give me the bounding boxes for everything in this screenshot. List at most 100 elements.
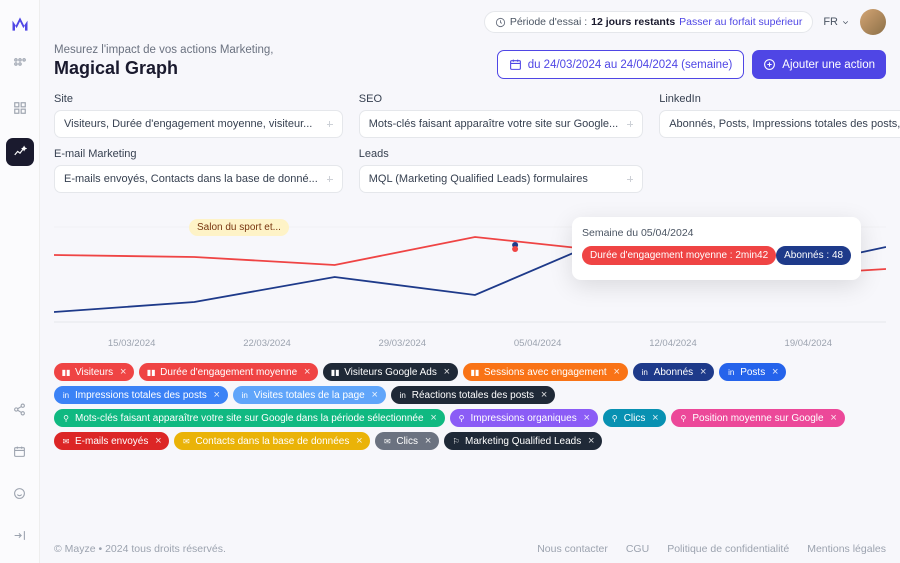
chart-x-axis: 15/03/202422/03/202429/03/202405/04/2024…: [54, 338, 886, 349]
chip-icon: ⚲: [61, 413, 71, 423]
footer-link[interactable]: Mentions légales: [807, 543, 886, 555]
add-action-button[interactable]: Ajouter une action: [752, 50, 886, 79]
chip-icon: ⚲: [610, 413, 620, 423]
filter-linkedin-select[interactable]: Abonnés, Posts, Impressions totales des …: [659, 110, 900, 138]
metric-chip[interactable]: inImpressions totales des posts×: [54, 386, 228, 404]
chip-label: Réactions totales des posts: [412, 390, 534, 401]
filter-linkedin-label: LinkedIn: [659, 93, 900, 105]
chip-remove-icon[interactable]: ×: [152, 435, 164, 447]
emoji-icon[interactable]: [6, 479, 34, 507]
chip-icon: in: [640, 367, 650, 377]
chip-label: Position moyenne sur Google: [692, 413, 823, 424]
chip-remove-icon[interactable]: ×: [697, 366, 709, 378]
chip-remove-icon[interactable]: ×: [828, 412, 840, 424]
metric-chip[interactable]: ⚲ Mots-clés faisant apparaître votre site…: [54, 409, 445, 427]
metric-chips: ▮▮Visiteurs× ▮▮ Durée d'engagement moyenne…: [54, 363, 886, 450]
copyright: © Mayze • 2024 tous droits réservés.: [54, 543, 226, 555]
metric-chip[interactable]: ▮▮ Sessions avec engagement ×: [463, 363, 628, 381]
metric-chip[interactable]: ⚐Marketing Qualified Leads×: [444, 432, 602, 450]
chip-remove-icon[interactable]: ×: [428, 412, 440, 424]
chip-remove-icon[interactable]: ×: [369, 389, 381, 401]
chip-icon: ▮▮: [330, 367, 340, 377]
page-title: Magical Graph: [54, 58, 274, 79]
filter-email-select[interactable]: E-mails envoyés, Contacts dans la base d…: [54, 165, 343, 193]
nav-dashboard-icon[interactable]: [6, 94, 34, 122]
chip-icon: ▮▮: [146, 367, 156, 377]
chip-remove-icon[interactable]: ×: [538, 389, 550, 401]
chart-tooltip: Semaine du 05/04/2024 Durée d'engagement…: [572, 217, 861, 280]
language-selector[interactable]: FR: [823, 16, 850, 28]
metric-chip[interactable]: in Abonnés ×: [633, 363, 714, 381]
filter-email-label: E-mail Marketing: [54, 148, 343, 160]
x-tick: 15/03/2024: [108, 338, 156, 349]
calendar-icon[interactable]: [6, 437, 34, 465]
metric-chip[interactable]: ▮▮ Visiteurs Google Ads ×: [323, 363, 458, 381]
calendar-icon: [509, 58, 522, 71]
metric-chip[interactable]: inVisites totales de la page×: [233, 386, 386, 404]
chip-remove-icon[interactable]: ×: [211, 389, 223, 401]
metric-chip[interactable]: ✉ Clics ×: [375, 432, 439, 450]
trial-badge: Période d'essai : 12 jours restants Pass…: [484, 11, 814, 33]
chip-icon: ▮▮: [470, 367, 480, 377]
metric-chip[interactable]: in Réactions totales des posts ×: [391, 386, 555, 404]
chip-label: Contacts dans la base de données: [195, 436, 349, 447]
chip-icon: ⚲: [457, 413, 467, 423]
metric-chip[interactable]: ⚲Impressions organiques×: [450, 409, 598, 427]
metric-chip[interactable]: ⚲ Clics×: [603, 409, 667, 427]
chip-icon: in: [61, 390, 71, 400]
chip-label: Mots-clés faisant apparaître votre site …: [75, 413, 424, 424]
chip-remove-icon[interactable]: ×: [611, 366, 623, 378]
chip-remove-icon[interactable]: ×: [581, 412, 593, 424]
tooltip-item: Durée d'engagement moyenne : 2min42: [582, 246, 776, 265]
metric-chip[interactable]: ✉ E-mails envoyés ×: [54, 432, 169, 450]
x-tick: 29/03/2024: [379, 338, 427, 349]
plus-circle-icon: [763, 58, 776, 71]
chip-remove-icon[interactable]: ×: [117, 366, 129, 378]
filter-seo-select[interactable]: Mots-clés faisant apparaître votre site …: [359, 110, 643, 138]
chip-label: Posts: [740, 367, 765, 378]
chip-icon: ⚲: [678, 413, 688, 423]
chip-remove-icon[interactable]: ×: [353, 435, 365, 447]
chip-remove-icon[interactable]: ×: [301, 366, 313, 378]
chip-icon: in: [398, 390, 408, 400]
share-icon[interactable]: [6, 395, 34, 423]
metric-chip[interactable]: ▮▮Visiteurs×: [54, 363, 134, 381]
footer-link[interactable]: CGU: [626, 543, 649, 555]
upgrade-link[interactable]: Passer au forfait supérieur: [679, 16, 802, 28]
metric-chip[interactable]: inPosts×: [719, 363, 786, 381]
chip-label: Durée d'engagement moyenne: [160, 367, 297, 378]
nav-magical-graph-icon[interactable]: [6, 138, 34, 166]
chip-label: Sessions avec engagement: [484, 367, 607, 378]
chip-icon: ✉: [61, 436, 71, 446]
chip-remove-icon[interactable]: ×: [441, 366, 453, 378]
metric-chip[interactable]: ⚲ Position moyenne sur Google ×: [671, 409, 844, 427]
chip-icon: ⚐: [451, 436, 461, 446]
chip-remove-icon[interactable]: ×: [422, 435, 434, 447]
add-action-label: Ajouter une action: [782, 59, 875, 71]
chevron-down-icon: [841, 18, 850, 27]
footer-link[interactable]: Nous contacter: [537, 543, 608, 555]
metric-chip[interactable]: ✉Contacts dans la base de données×: [174, 432, 370, 450]
filter-leads-select[interactable]: MQL (Marketing Qualified Leads) formulai…: [359, 165, 643, 193]
footer-link[interactable]: Politique de confidentialité: [667, 543, 789, 555]
sidebar: [0, 0, 40, 563]
avatar[interactable]: [860, 9, 886, 35]
metric-chip[interactable]: ▮▮ Durée d'engagement moyenne ×: [139, 363, 318, 381]
x-tick: 05/04/2024: [514, 338, 562, 349]
chip-label: Clics: [396, 436, 418, 447]
filter-site-select[interactable]: Visiteurs, Durée d'engagement moyenne, v…: [54, 110, 343, 138]
chip-label: Abonnés: [654, 367, 693, 378]
chip-label: Clics: [624, 413, 646, 424]
chip-remove-icon[interactable]: ×: [769, 366, 781, 378]
chip-label: Visiteurs Google Ads: [344, 367, 437, 378]
nav-overview-icon[interactable]: [6, 50, 34, 78]
chip-remove-icon[interactable]: ×: [649, 412, 661, 424]
filter-leads-label: Leads: [359, 148, 643, 160]
footer: © Mayze • 2024 tous droits réservés. Nou…: [54, 533, 886, 555]
chip-remove-icon[interactable]: ×: [585, 435, 597, 447]
date-range-button[interactable]: du 24/03/2024 au 24/04/2024 (semaine): [497, 50, 745, 79]
filter-seo-label: SEO: [359, 93, 643, 105]
chip-label: E-mails envoyés: [75, 436, 148, 447]
logout-icon[interactable]: [6, 521, 34, 549]
chip-icon: ✉: [382, 436, 392, 446]
